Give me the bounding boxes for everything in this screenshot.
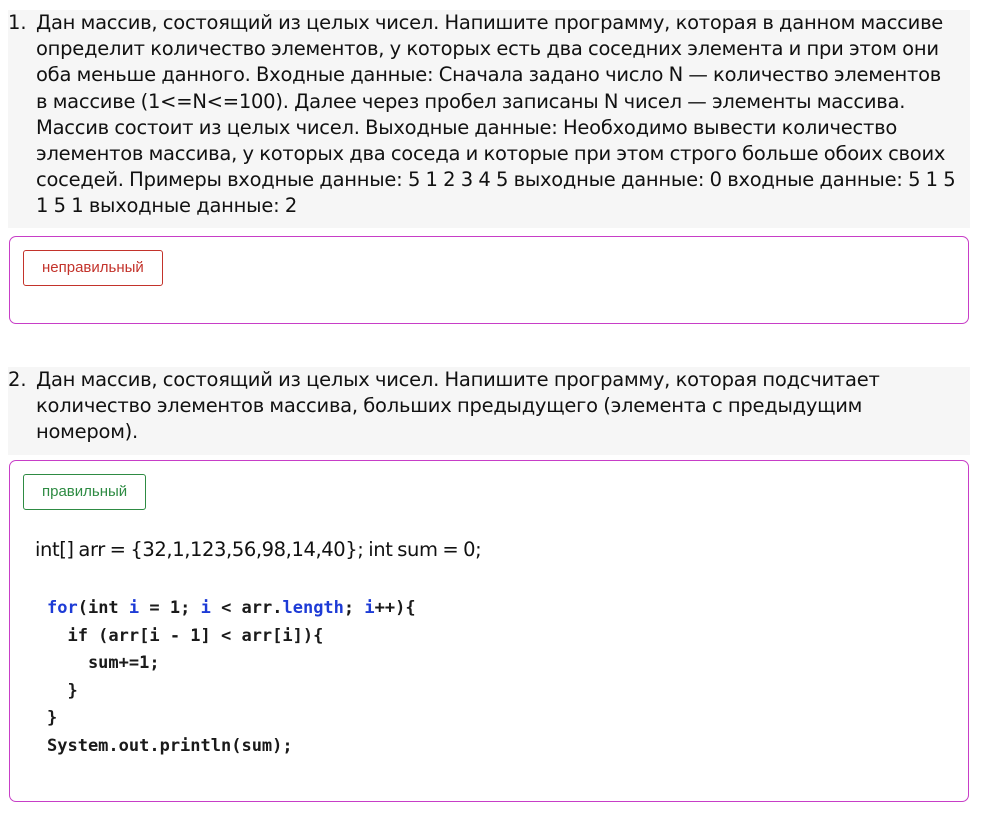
- question-2: 2. Дан массив, состоящий из целых чисел.…: [8, 367, 970, 455]
- code-line: }: [47, 708, 58, 729]
- code-line: for(int i = 1; i < arr.length; i++){: [47, 595, 416, 623]
- code-keyword: i: [128, 598, 140, 618]
- code-line: System.out.println(sum);: [47, 735, 293, 756]
- code-token: (int: [77, 598, 129, 618]
- code-token: ;: [343, 598, 365, 618]
- answer-declaration-line: int[] arr = {32,1,123,56,98,14,40}; int …: [35, 538, 482, 561]
- question-1: 1. Дан массив, состоящий из целых чисел.…: [8, 10, 970, 228]
- code-line: sum+=1;: [47, 653, 160, 674]
- code-keyword: i: [200, 598, 211, 618]
- code-keyword: i: [364, 598, 375, 618]
- code-block: for(int i = 1; i < arr.length; i++){ if …: [47, 595, 416, 761]
- question-text: Дан массив, состоящий из целых чисел. На…: [36, 368, 880, 444]
- status-badge-incorrect: неправильный: [23, 250, 163, 286]
- question-number: 2.: [8, 368, 27, 391]
- answer-card-2: правильный int[] arr = {32,1,123,56,98,1…: [9, 460, 969, 802]
- question-number: 1.: [8, 11, 27, 34]
- code-token: ++){: [374, 598, 416, 618]
- code-line: if (arr[i - 1] < arr[i]){: [47, 625, 324, 646]
- code-line: }: [47, 680, 78, 701]
- answer-card-1: неправильный: [9, 236, 969, 324]
- question-text: Дан массив, состоящий из целых чисел. На…: [36, 11, 956, 218]
- code-token: < arr.: [210, 598, 283, 618]
- status-badge-correct: правильный: [23, 474, 147, 510]
- code-keyword: length: [282, 598, 344, 618]
- code-token: = 1;: [139, 598, 201, 618]
- code-keyword: for: [47, 598, 78, 618]
